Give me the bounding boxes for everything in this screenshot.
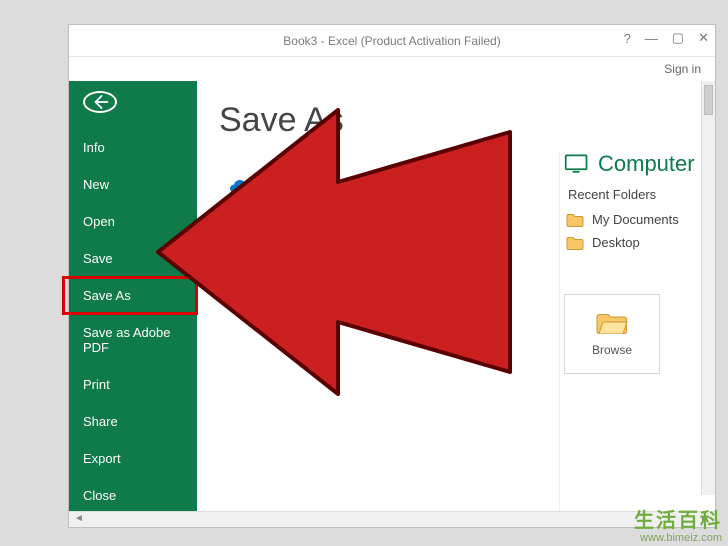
sidebar-item-save-as-adobe-pdf[interactable]: Save as Adobe PDF: [69, 314, 197, 366]
recent-folder-desktop[interactable]: Desktop: [564, 231, 709, 254]
recent-folder-label: My Documents: [592, 212, 679, 227]
sidebar-item-close[interactable]: Close: [69, 477, 197, 514]
scrollbar-thumb[interactable]: [704, 85, 713, 115]
titlebar: Book3 - Excel (Product Activation Failed…: [69, 25, 715, 57]
close-button[interactable]: ✕: [698, 30, 709, 46]
window-controls: ? — ▢ ✕: [624, 30, 709, 46]
signin-row: Sign in: [69, 57, 715, 81]
location-list: OneDrive Computer: [219, 164, 459, 260]
sidebar-item-label: Print: [83, 377, 110, 392]
sidebar-item-label: Save As: [83, 288, 131, 303]
right-panel-heading-row: Computer: [564, 151, 709, 177]
watermark-cn: 生活百科: [634, 510, 722, 532]
sidebar-item-open[interactable]: Open: [69, 203, 197, 240]
folder-icon: [566, 236, 584, 250]
sidebar-item-label: Close: [83, 488, 116, 503]
sidebar-item-label: Save: [83, 251, 113, 266]
back-arrow-icon: [91, 93, 109, 111]
computer-icon: [227, 222, 259, 250]
app-window: Book3 - Excel (Product Activation Failed…: [68, 24, 716, 528]
recent-folder-my-documents[interactable]: My Documents: [564, 208, 709, 231]
sidebar-item-label: Save as Adobe PDF: [83, 325, 170, 355]
window-title: Book3 - Excel (Product Activation Failed…: [283, 34, 500, 48]
sidebar-item-label: Info: [83, 140, 105, 155]
sidebar-item-save-as[interactable]: Save As: [63, 277, 197, 314]
location-onedrive[interactable]: OneDrive: [219, 164, 459, 212]
sidebar-item-label: Open: [83, 214, 115, 229]
back-button[interactable]: [83, 91, 117, 113]
sidebar-item-label: Share: [83, 414, 118, 429]
sidebar-item-label: New: [83, 177, 109, 192]
location-computer[interactable]: Computer: [219, 212, 459, 260]
browse-label: Browse: [592, 343, 632, 357]
sidebar-item-share[interactable]: Share: [69, 403, 197, 440]
backstage-sidebar: Info New Open Save Save As Save as Adobe…: [69, 81, 197, 511]
recent-folders-heading: Recent Folders: [568, 187, 709, 202]
recent-folder-label: Desktop: [592, 235, 640, 250]
sidebar-item-export[interactable]: Export: [69, 440, 197, 477]
watermark: 生活百科 www.bimeiz.com: [634, 510, 722, 544]
watermark-url: www.bimeiz.com: [634, 532, 722, 544]
location-label: OneDrive: [273, 180, 332, 196]
folder-open-icon: [595, 311, 629, 337]
horizontal-scrollbar[interactable]: ◄ ►: [69, 511, 715, 527]
sidebar-item-print[interactable]: Print: [69, 366, 197, 403]
vertical-scrollbar[interactable]: [701, 81, 715, 495]
minimize-button[interactable]: —: [645, 31, 658, 46]
folder-icon: [566, 213, 584, 227]
browse-button[interactable]: Browse: [564, 294, 660, 374]
save-as-content: Save As OneDrive Computer: [197, 81, 709, 511]
sidebar-item-info[interactable]: Info: [69, 129, 197, 166]
sidebar-item-label: Export: [83, 451, 121, 466]
right-panel-heading: Computer: [598, 151, 695, 177]
backstage-body: Info New Open Save Save As Save as Adobe…: [69, 81, 709, 511]
onedrive-icon: [227, 174, 259, 202]
sidebar-item-save[interactable]: Save: [69, 240, 197, 277]
right-panel: Computer Recent Folders My Documents Des…: [559, 151, 709, 511]
signin-link[interactable]: Sign in: [664, 62, 701, 76]
restore-button[interactable]: ▢: [672, 30, 684, 46]
page-title: Save As: [219, 101, 709, 140]
computer-icon: [564, 153, 590, 175]
scroll-left-arrow-icon[interactable]: ◄: [71, 513, 87, 527]
sidebar-item-new[interactable]: New: [69, 166, 197, 203]
help-icon[interactable]: ?: [624, 31, 631, 46]
